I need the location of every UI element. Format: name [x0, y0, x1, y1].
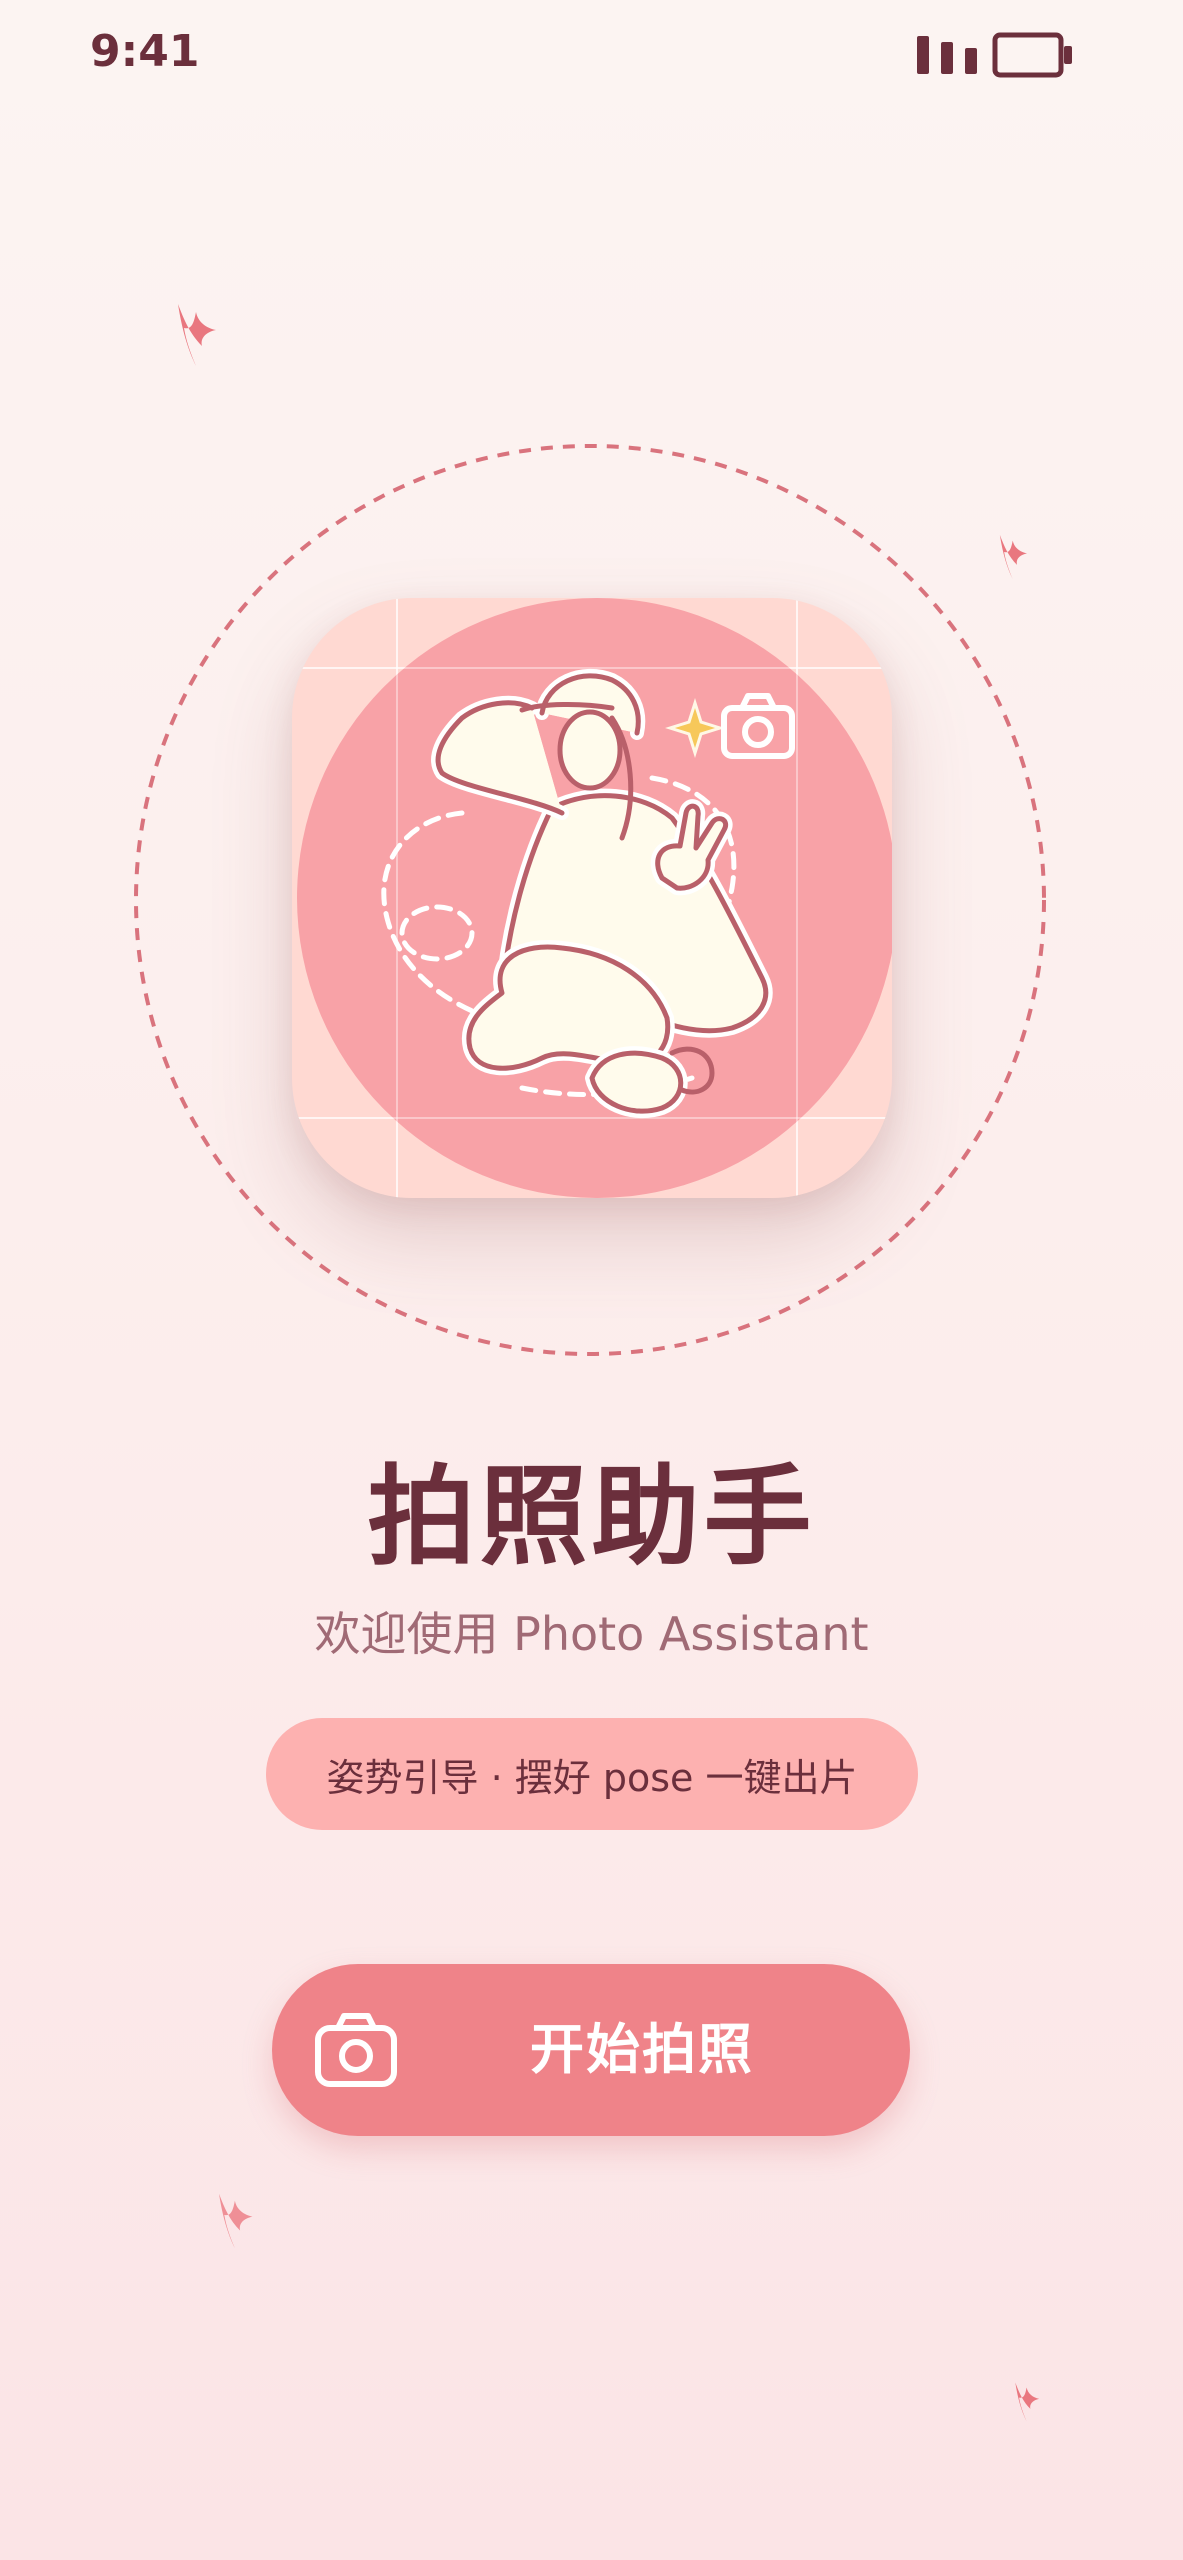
start-photo-button[interactable]: 开始拍照 [272, 1964, 910, 2136]
tagline-chip: 姿势引导 · 摆好 pose 一键出片 [266, 1718, 918, 1830]
tagline-text: 姿势引导 · 摆好 pose 一键出片 [326, 1755, 858, 1800]
status-icons [917, 32, 1072, 78]
app-title: 拍照助手 [367, 1455, 816, 1580]
status-time: 9:41 [90, 26, 200, 77]
petal-icon [219, 2193, 253, 2249]
start-photo-label: 开始拍照 [530, 2018, 754, 2081]
petal-icon [1015, 2382, 1040, 2422]
battery-icon [992, 32, 1072, 78]
status-bar: 9:41 [0, 0, 1183, 110]
camera-icon [315, 2013, 397, 2087]
signal-bars-icon [917, 36, 977, 74]
pose-photo-app-icon [292, 598, 892, 1198]
welcome-subtitle: 欢迎使用 Photo Assistant [314, 1607, 869, 1661]
petal-icon [178, 304, 216, 366]
